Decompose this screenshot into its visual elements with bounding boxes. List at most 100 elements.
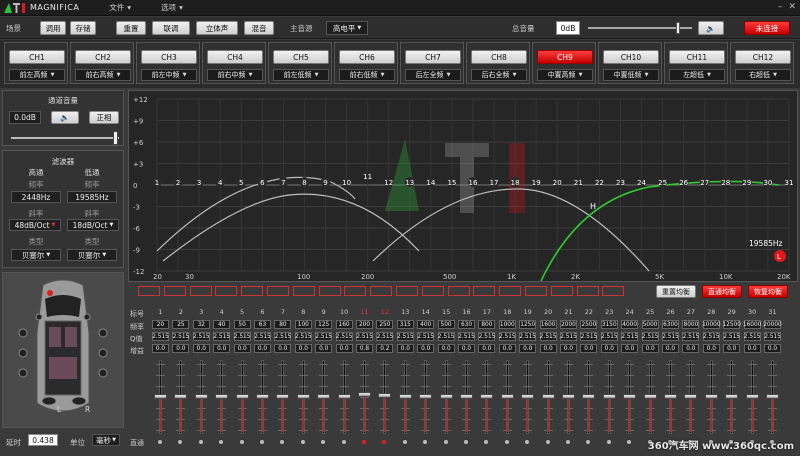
reset-eq-button[interactable]: 重置均衡 (656, 285, 696, 298)
band-freq-field[interactable]: 32 (192, 320, 210, 329)
band-bypass-toggle[interactable] (566, 440, 570, 444)
band-q-field[interactable]: 2.515 (662, 332, 679, 341)
channel-assign-select[interactable]: 左超低 (669, 69, 725, 81)
band-bypass-toggle[interactable] (586, 440, 591, 444)
channel-button[interactable]: CH7 (405, 50, 461, 64)
channel-button[interactable]: CH2 (75, 50, 131, 64)
preset-chip[interactable] (138, 286, 160, 296)
channel-assign-select[interactable]: 后右全频 (471, 69, 527, 81)
band-freq-field[interactable]: 50 (233, 320, 251, 329)
close-icon[interactable]: ✕ (788, 2, 796, 12)
slider-handle[interactable] (623, 394, 637, 399)
channel-assign-select[interactable]: 前右中频 (207, 69, 263, 81)
slider-handle[interactable] (358, 391, 371, 397)
slider-handle[interactable] (378, 393, 392, 399)
preset-chip[interactable] (576, 286, 599, 296)
channel-mute-button[interactable]: 🔈 (51, 111, 79, 124)
hp-type-select[interactable]: 贝塞尔 ▼ (11, 249, 61, 261)
save-button[interactable]: 存储 (70, 21, 96, 35)
band-freq-field[interactable]: 80 (274, 320, 292, 329)
band-gain-slider[interactable] (621, 360, 638, 434)
band-bypass-toggle[interactable] (341, 440, 346, 444)
band-gain-slider[interactable] (397, 360, 414, 434)
preset-chip[interactable] (370, 286, 393, 296)
preset-chip[interactable] (163, 286, 186, 296)
band-q-field[interactable]: 2.515 (172, 332, 190, 341)
slider-handle[interactable] (582, 394, 596, 399)
hp-slope-select[interactable]: 48dB/Oct ▼ (9, 219, 61, 231)
band-gain-slider[interactable] (642, 360, 659, 434)
channel-assign-select[interactable]: 前左低频 (273, 69, 329, 81)
band-gain-field[interactable]: 0.0 (315, 344, 333, 353)
band-freq-field[interactable]: 1000 (498, 320, 516, 329)
band-gain-field[interactable]: 0.0 (764, 344, 781, 353)
channel-button[interactable]: CH1 (9, 50, 65, 64)
slider-handle[interactable] (664, 394, 677, 399)
preset-chip[interactable] (421, 286, 444, 296)
band-gain-slider[interactable] (274, 360, 291, 434)
band-bypass-toggle[interactable] (239, 440, 244, 444)
band-freq-field[interactable]: 25 (172, 320, 190, 329)
restore-eq-button[interactable]: 恢复均衡 (748, 285, 788, 298)
band-freq-field[interactable]: 800 (478, 320, 496, 329)
band-gain-slider[interactable] (438, 360, 455, 434)
channel-assign-select[interactable]: 中置低频 (603, 69, 659, 81)
band-gain-field[interactable]: 0.0 (192, 344, 210, 353)
channel-button[interactable]: CH11 (669, 50, 725, 64)
band-bypass-toggle[interactable] (362, 440, 366, 444)
band-gain-field[interactable]: 0.0 (560, 344, 577, 353)
channel-button[interactable]: CH12 (735, 50, 791, 64)
band-bypass-toggle[interactable] (443, 440, 448, 444)
band-freq-field[interactable]: 8000 (682, 320, 700, 329)
stereo-button[interactable]: 立体声 (196, 21, 238, 35)
preset-chip[interactable] (602, 286, 625, 296)
slider-handle[interactable] (725, 394, 739, 399)
band-freq-field[interactable]: 1250 (519, 320, 537, 329)
preset-chip[interactable] (499, 286, 522, 296)
slider-handle[interactable] (194, 394, 208, 399)
band-q-field[interactable]: 2.515 (621, 332, 639, 341)
band-freq-field[interactable]: 63 (254, 320, 271, 329)
band-gain-field[interactable]: 0.0 (641, 344, 659, 353)
band-freq-field[interactable]: 160 (335, 320, 353, 329)
band-gain-field[interactable]: 0.0 (682, 344, 700, 353)
band-bypass-toggle[interactable] (402, 440, 407, 444)
band-q-field[interactable]: 2.515 (417, 332, 435, 341)
band-gain-field[interactable]: 0.0 (498, 344, 516, 353)
menu-options[interactable]: 选项 ▾ (161, 2, 183, 13)
preset-chip[interactable] (215, 286, 238, 296)
slider-handle[interactable] (113, 131, 118, 145)
band-bypass-toggle[interactable] (464, 440, 468, 444)
band-bypass-toggle[interactable] (606, 440, 611, 444)
band-gain-slider[interactable] (254, 360, 271, 434)
band-freq-field[interactable]: 630 (458, 320, 475, 329)
band-gain-field[interactable]: 0.0 (233, 344, 251, 353)
slider-handle[interactable] (276, 394, 290, 399)
master-volume-value[interactable]: 0dB (556, 21, 580, 35)
mix-button[interactable]: 混音 (244, 21, 274, 35)
band-q-field[interactable]: 2.515 (335, 332, 353, 341)
band-bypass-toggle[interactable] (627, 440, 632, 444)
band-gain-slider[interactable] (152, 360, 169, 434)
channel-button[interactable]: CH5 (273, 50, 329, 64)
band-gain-field[interactable]: 0.0 (539, 344, 557, 353)
band-gain-slider[interactable] (580, 360, 597, 434)
band-gain-slider[interactable] (499, 360, 516, 434)
slider-handle[interactable] (398, 394, 412, 399)
band-bypass-toggle[interactable] (198, 440, 203, 444)
band-bypass-toggle[interactable] (300, 440, 305, 444)
preset-chip[interactable] (550, 286, 573, 296)
band-gain-field[interactable]: 0.0 (172, 344, 190, 353)
slider-handle[interactable] (500, 394, 514, 399)
band-bypass-toggle[interactable] (484, 440, 489, 444)
slider-handle[interactable] (337, 394, 351, 399)
band-gain-slider[interactable] (764, 360, 781, 434)
connect-button[interactable]: 未连接 (744, 21, 790, 35)
band-q-field[interactable]: 2.515 (743, 332, 761, 341)
band-q-field[interactable]: 2.515 (723, 332, 741, 341)
band-gain-slider[interactable] (172, 360, 189, 434)
channel-button[interactable]: CH10 (603, 50, 659, 64)
band-gain-slider[interactable] (376, 360, 393, 434)
band-q-field[interactable]: 2.515 (356, 332, 373, 341)
band-q-field[interactable]: 2.515 (213, 332, 231, 341)
